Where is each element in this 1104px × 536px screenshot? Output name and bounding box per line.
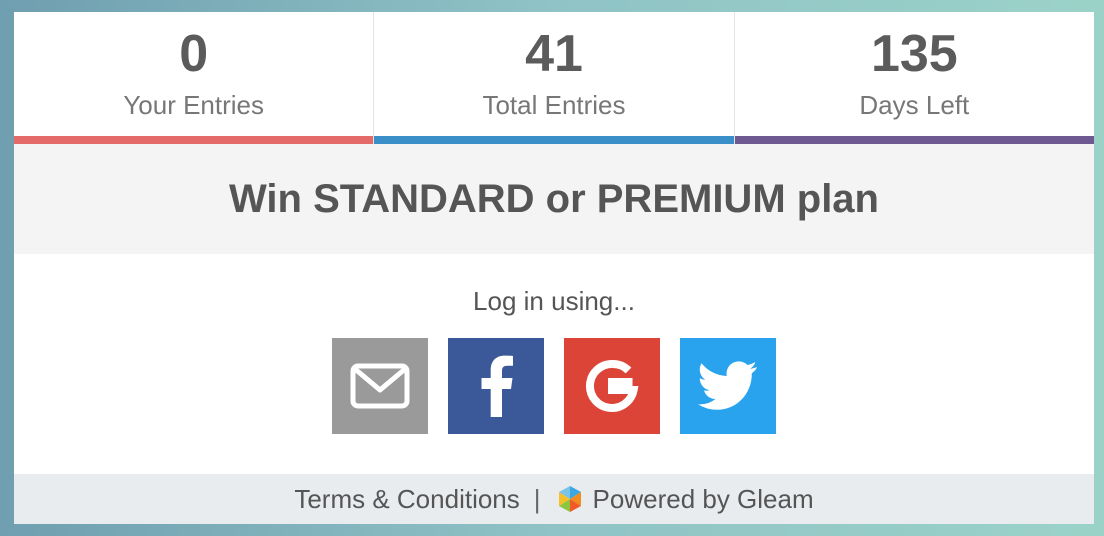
stats-bar: 0 Your Entries 41 Total Entries 135 Days… — [14, 12, 1094, 144]
stat-days-left: 135 Days Left — [734, 12, 1094, 144]
login-facebook-button[interactable] — [448, 338, 544, 434]
stat-label: Days Left — [859, 90, 970, 120]
stat-total-entries: 41 Total Entries — [374, 12, 735, 144]
gleam-widget: 0 Your Entries 41 Total Entries 135 Days… — [14, 12, 1094, 524]
stat-value: 135 — [870, 25, 958, 83]
login-twitter-button[interactable] — [680, 338, 776, 434]
footer-separator: | — [533, 483, 541, 514]
stat-label: Total Entries — [482, 90, 626, 120]
gleam-logo-icon — [558, 486, 581, 512]
twitter-icon — [698, 361, 757, 410]
stat-accent-bar — [14, 136, 374, 144]
campaign-title-band: Win STANDARD or PREMIUM plan — [14, 144, 1094, 254]
stat-label: Your Entries — [123, 90, 264, 120]
campaign-title: Win STANDARD or PREMIUM plan — [229, 176, 879, 221]
footer: Terms & Conditions | Powered by Gleam — [14, 474, 1094, 524]
stat-value: 0 — [179, 25, 209, 83]
powered-by-link[interactable]: Powered by Gleam — [593, 484, 814, 515]
stat-accent-bar — [734, 136, 1094, 144]
login-section: Log in using... — [14, 254, 1094, 474]
stat-your-entries: 0 Your Entries — [14, 12, 375, 144]
stat-accent-bar — [374, 136, 734, 144]
stat-value: 41 — [525, 25, 583, 83]
google-icon — [585, 360, 639, 412]
terms-link[interactable]: Terms & Conditions — [294, 484, 519, 515]
login-email-button[interactable] — [332, 338, 428, 434]
facebook-icon — [481, 355, 513, 417]
login-prompt: Log in using... — [473, 286, 635, 316]
envelope-icon — [350, 363, 410, 409]
login-google-button[interactable] — [564, 338, 660, 434]
login-buttons — [14, 338, 1094, 434]
